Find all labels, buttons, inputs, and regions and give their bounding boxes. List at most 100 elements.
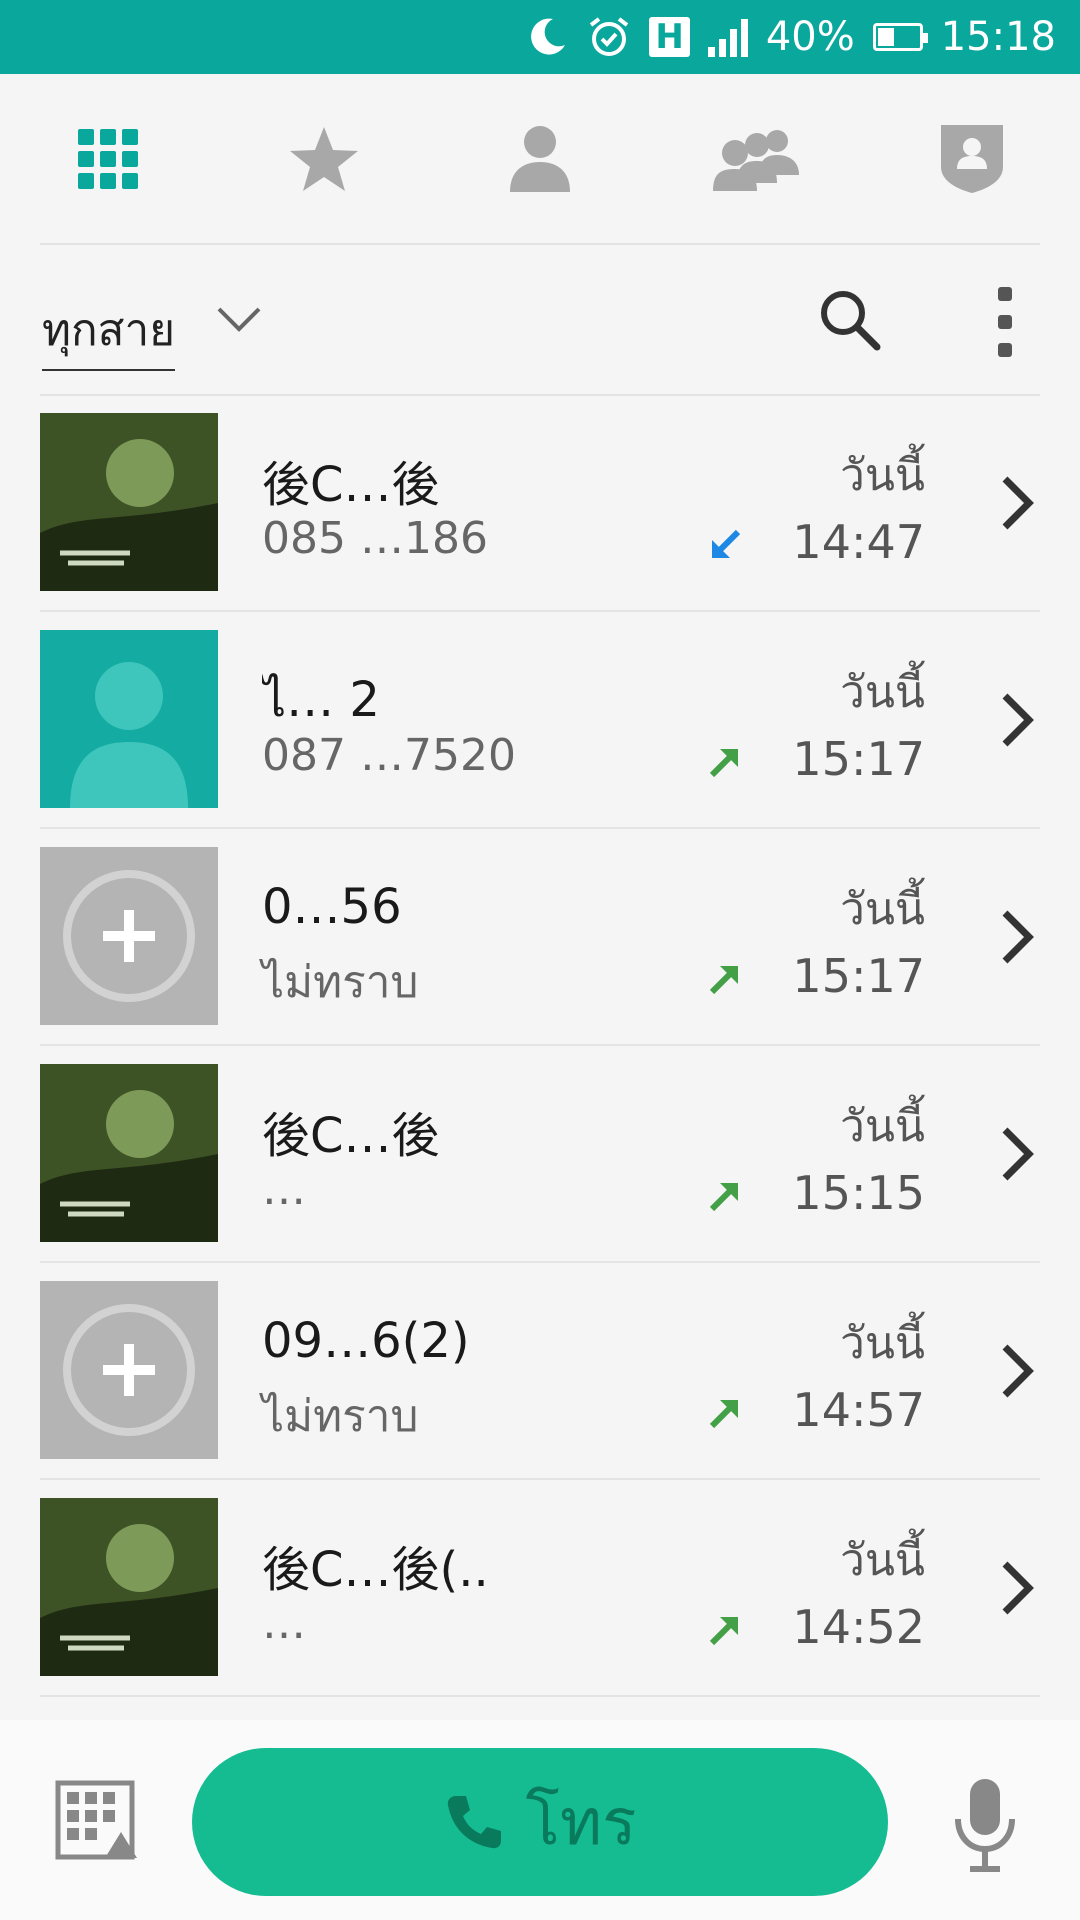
chevron-down-icon[interactable] (215, 305, 263, 339)
call-log-row[interactable]: 09…6(2) ไม่ทราบ วันนี้ 14:57 (0, 1263, 1080, 1480)
tab-bar (0, 74, 1080, 244)
network-type-icon: H (649, 17, 690, 57)
status-bar: H 40% 15:18 (0, 0, 1080, 74)
voice-search-button[interactable] (950, 1775, 1020, 1875)
call-filter-dropdown[interactable]: ทุกสาย (42, 295, 175, 371)
microphone-icon (955, 1779, 1015, 1872)
default-contact-icon (70, 662, 188, 808)
bottom-bar: โทร (0, 1720, 1080, 1920)
status-time: 15:18 (940, 14, 1056, 60)
caller-number: 087 …7520 (262, 730, 516, 781)
group-icon (713, 130, 799, 191)
contact-photo-icon (40, 1064, 218, 1242)
outgoing-call-icon (709, 1617, 738, 1646)
caller-number: ไม่ทราบ (262, 957, 419, 1008)
search-icon (821, 291, 881, 351)
caller-number: 085 …186 (262, 513, 488, 564)
tab-contacts[interactable] (480, 99, 600, 219)
contact-avatar[interactable] (40, 1064, 218, 1242)
contact-avatar[interactable] (40, 847, 218, 1025)
outgoing-call-icon (709, 749, 738, 778)
call-details-button[interactable] (999, 1558, 1035, 1622)
call-day: วันนี้ (840, 884, 925, 935)
call-time: 14:57 (792, 1383, 925, 1437)
call-button[interactable]: โทร (192, 1748, 888, 1896)
caller-number: ไม่ทราบ (262, 1391, 419, 1442)
dialpad-grid-icon (78, 129, 138, 189)
tab-dialpad[interactable] (48, 99, 168, 219)
call-time: 15:15 (792, 1166, 925, 1220)
call-details-button[interactable] (999, 690, 1035, 754)
search-button[interactable] (815, 285, 885, 355)
alarm-icon (587, 15, 631, 59)
call-log-row[interactable]: 0…56 ไม่ทราบ วันนี้ 15:17 (0, 829, 1080, 1046)
caller-number: … (262, 1164, 306, 1215)
chevron-right-icon (1002, 693, 1034, 747)
call-time: 15:17 (792, 732, 925, 786)
add-contact-icon (63, 1304, 195, 1436)
call-details-button[interactable] (999, 907, 1035, 971)
star-icon (290, 127, 358, 191)
row-divider (40, 1695, 1040, 1697)
dialpad-toggle-button[interactable] (55, 1780, 137, 1860)
caller-name: ไ… 2 (262, 672, 380, 728)
call-details-button[interactable] (999, 1341, 1035, 1405)
battery-percent: 40% (765, 14, 855, 60)
add-contact-icon (63, 870, 195, 1002)
more-options-button[interactable] (995, 287, 1015, 357)
caller-name: 後C…後 (262, 457, 440, 513)
call-direction (708, 528, 742, 562)
battery-icon (872, 23, 928, 51)
tab-profile[interactable] (912, 99, 1032, 219)
call-direction (708, 962, 742, 996)
call-direction (708, 1396, 742, 1430)
chevron-right-icon (1002, 1344, 1034, 1398)
chevron-right-icon (1002, 476, 1034, 530)
call-day: วันนี้ (840, 667, 925, 718)
tab-favorites[interactable] (264, 99, 384, 219)
outgoing-call-icon (709, 1400, 738, 1429)
call-day: วันนี้ (840, 1535, 925, 1586)
contact-avatar[interactable] (40, 630, 218, 808)
call-log-row[interactable]: ไ… 2 087 …7520 วันนี้ 15:17 (0, 612, 1080, 829)
filter-row: ทุกสาย (0, 245, 1080, 395)
call-day: วันนี้ (840, 450, 925, 501)
contact-avatar[interactable] (40, 413, 218, 591)
call-log-row[interactable]: 後C…後… วันนี้ 15:15 (0, 1046, 1080, 1263)
contact-photo-icon (40, 1498, 218, 1676)
outgoing-call-icon (709, 966, 738, 995)
caller-number: … (262, 1598, 306, 1649)
call-day: วันนี้ (840, 1101, 925, 1152)
call-day: วันนี้ (840, 1318, 925, 1369)
call-details-button[interactable] (999, 1124, 1035, 1188)
shield-person-icon (941, 125, 1003, 193)
call-log-list: 後C…後 085 …186 วันนี้ 14:47 ไ… 2 087 …7520 วันน… (0, 395, 1080, 1697)
caller-name: 09…6(2) (262, 1313, 470, 1369)
contact-photo-icon (40, 413, 218, 591)
call-button-label: โทร (525, 1786, 637, 1860)
chevron-right-icon (1002, 1561, 1034, 1615)
caller-name: 後C…後 (262, 1108, 440, 1164)
chevron-right-icon (1002, 910, 1034, 964)
person-icon (510, 126, 570, 192)
call-direction (708, 1179, 742, 1213)
phone-icon (447, 1796, 501, 1849)
battery-fill (877, 28, 894, 46)
call-log-row[interactable]: 後C…後(..… วันนี้ 14:52 (0, 1480, 1080, 1697)
dialpad-keyboard-icon (55, 1780, 137, 1860)
signal-icon (707, 17, 748, 57)
tab-groups[interactable] (696, 99, 816, 219)
caller-name: 0…56 (262, 879, 402, 935)
call-time: 14:52 (792, 1600, 925, 1654)
call-direction (708, 1613, 742, 1647)
contact-avatar[interactable] (40, 1281, 218, 1459)
caller-name: 後C…後(.. (262, 1542, 489, 1598)
moon-icon (525, 15, 569, 59)
call-log-row[interactable]: 後C…後 085 …186 วันนี้ 14:47 (0, 395, 1080, 612)
chevron-right-icon (1002, 1127, 1034, 1181)
call-details-button[interactable] (999, 473, 1035, 537)
call-time: 15:17 (792, 949, 925, 1003)
contact-avatar[interactable] (40, 1498, 218, 1676)
call-time: 14:47 (792, 515, 925, 569)
outgoing-call-icon (709, 1183, 738, 1212)
